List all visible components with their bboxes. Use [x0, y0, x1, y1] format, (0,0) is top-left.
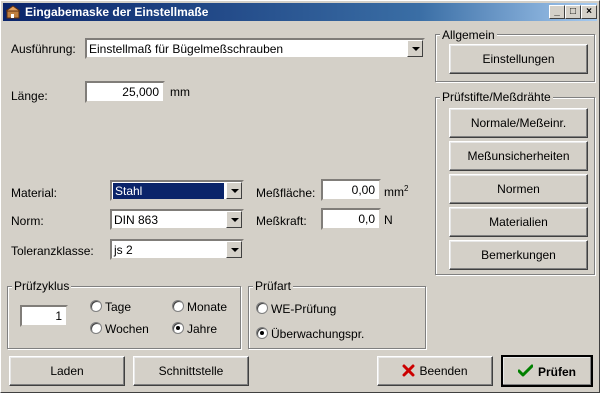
toleranz-label: Toleranzklasse:: [11, 244, 94, 258]
pruefzyklus-group: Prüfzyklus 1 Tage Monate Wochen Jahre: [7, 279, 241, 349]
laenge-unit: mm: [170, 85, 190, 99]
messkraft-label: Meßkraft:: [256, 214, 307, 228]
pruefen-button[interactable]: Prüfen: [501, 355, 593, 387]
schnittstelle-label: Schnittstelle: [158, 364, 224, 378]
minimize-icon: _: [554, 6, 560, 17]
material-label: Material:: [11, 186, 58, 200]
normen-button[interactable]: Normen: [449, 174, 588, 204]
messkraft-unit: N: [384, 213, 393, 227]
radio-jahre-label: Jahre: [187, 322, 218, 336]
norm-select[interactable]: DIN 863: [110, 209, 244, 230]
title-bar[interactable]: Eingabemaske der Einstellmaße _ □ ×: [3, 3, 597, 21]
bemerkungen-button[interactable]: Bemerkungen: [449, 240, 588, 270]
allgemein-title: Allgemein: [440, 28, 497, 42]
pruefzyklus-title: Prüfzyklus: [12, 279, 72, 293]
radio-tage-label: Tage: [105, 300, 132, 314]
cancel-x-icon: [402, 364, 415, 377]
messflaeche-unit: mm2: [384, 184, 408, 199]
radio-ueberwachung[interactable]: Überwachungspr.: [256, 327, 364, 341]
laden-button[interactable]: Laden: [9, 356, 125, 386]
radio-we-pruefung-icon: [256, 302, 268, 314]
einstellungen-button[interactable]: Einstellungen: [449, 44, 588, 74]
toleranz-select[interactable]: js 2: [110, 239, 244, 260]
main-window: Eingabemaske der Einstellmaße _ □ × Ausf…: [0, 0, 600, 393]
material-value: Stahl: [113, 183, 224, 199]
norm-label: Norm:: [11, 214, 44, 228]
chevron-down-icon[interactable]: [407, 40, 423, 57]
toleranz-value: js 2: [114, 243, 133, 257]
ausfuehrung-label: Ausführung:: [11, 42, 76, 56]
maximize-icon: □: [569, 6, 577, 17]
messunsicherheiten-button[interactable]: Meßunsicherheiten: [449, 141, 588, 171]
radio-ueberwachung-label: Überwachungspr.: [271, 327, 365, 341]
radio-monate[interactable]: Monate: [172, 300, 227, 314]
radio-wochen-label: Wochen: [105, 322, 149, 336]
radio-we-pruefung-label: WE-Prüfung: [271, 302, 337, 316]
messunsicherheiten-label: Meßunsicherheiten: [467, 149, 570, 163]
radio-tage[interactable]: Tage: [90, 300, 131, 314]
radio-tage-icon: [90, 300, 102, 312]
pruefart-title: Prüfart: [253, 279, 294, 293]
laenge-input[interactable]: 25,000: [85, 81, 165, 103]
material-select[interactable]: Stahl: [110, 180, 244, 201]
radio-jahre-icon: [172, 322, 184, 334]
messkraft-input[interactable]: 0,0: [321, 208, 381, 230]
messflaeche-label: Meßfläche:: [256, 186, 316, 200]
messflaeche-unit-text: mm: [384, 185, 404, 199]
laden-label: Laden: [50, 364, 84, 378]
radio-we-pruefung[interactable]: WE-Prüfung: [256, 302, 336, 316]
radio-monate-icon: [172, 300, 184, 312]
chevron-down-icon[interactable]: [226, 211, 242, 228]
einstellungen-label: Einstellungen: [482, 52, 555, 66]
messflaeche-input[interactable]: 0,00: [321, 179, 381, 201]
minimize-button[interactable]: _: [549, 5, 565, 19]
pruefstifte-title: Prüfstifte/Meßdrähte: [440, 90, 553, 104]
radio-wochen[interactable]: Wochen: [90, 322, 149, 336]
radio-wochen-icon: [90, 322, 102, 334]
materialien-button[interactable]: Materialien: [449, 207, 588, 237]
chevron-down-icon[interactable]: [226, 241, 242, 258]
maximize-button[interactable]: □: [565, 5, 581, 19]
ausfuehrung-select[interactable]: Einstellmaß für Bügelmeßschrauben: [85, 38, 425, 59]
close-icon: ×: [586, 6, 592, 17]
messflaeche-unit-sup: 2: [404, 184, 409, 193]
pruefstifte-group: Prüfstifte/Meßdrähte Normale/Meßeinr. Me…: [435, 90, 595, 275]
materialien-label: Materialien: [489, 215, 548, 229]
radio-ueberwachung-icon: [256, 327, 268, 339]
norm-value: DIN 863: [114, 213, 159, 227]
normen-label: Normen: [497, 182, 540, 196]
pruefzyklus-input[interactable]: 1: [20, 305, 68, 327]
radio-monate-label: Monate: [187, 300, 228, 314]
bemerkungen-label: Bemerkungen: [481, 248, 556, 262]
window-title: Eingabemaske der Einstellmaße: [25, 5, 209, 19]
app-icon: [6, 5, 20, 19]
check-icon: [517, 364, 534, 377]
beenden-button[interactable]: Beenden: [377, 356, 493, 386]
pruefen-label: Prüfen: [537, 365, 576, 379]
normale-label: Normale/Meßeinr.: [470, 116, 567, 130]
close-button[interactable]: ×: [581, 5, 597, 19]
beenden-label: Beenden: [419, 364, 468, 378]
laenge-label: Länge:: [11, 89, 48, 103]
allgemein-group: Allgemein Einstellungen: [435, 28, 595, 82]
normale-button[interactable]: Normale/Meßeinr.: [449, 108, 588, 138]
chevron-down-icon[interactable]: [226, 182, 242, 199]
ausfuehrung-value: Einstellmaß für Bügelmeßschrauben: [89, 42, 284, 56]
schnittstelle-button[interactable]: Schnittstelle: [133, 356, 249, 386]
radio-jahre[interactable]: Jahre: [172, 322, 217, 336]
pruefart-group: Prüfart WE-Prüfung Überwachungspr.: [248, 279, 426, 349]
